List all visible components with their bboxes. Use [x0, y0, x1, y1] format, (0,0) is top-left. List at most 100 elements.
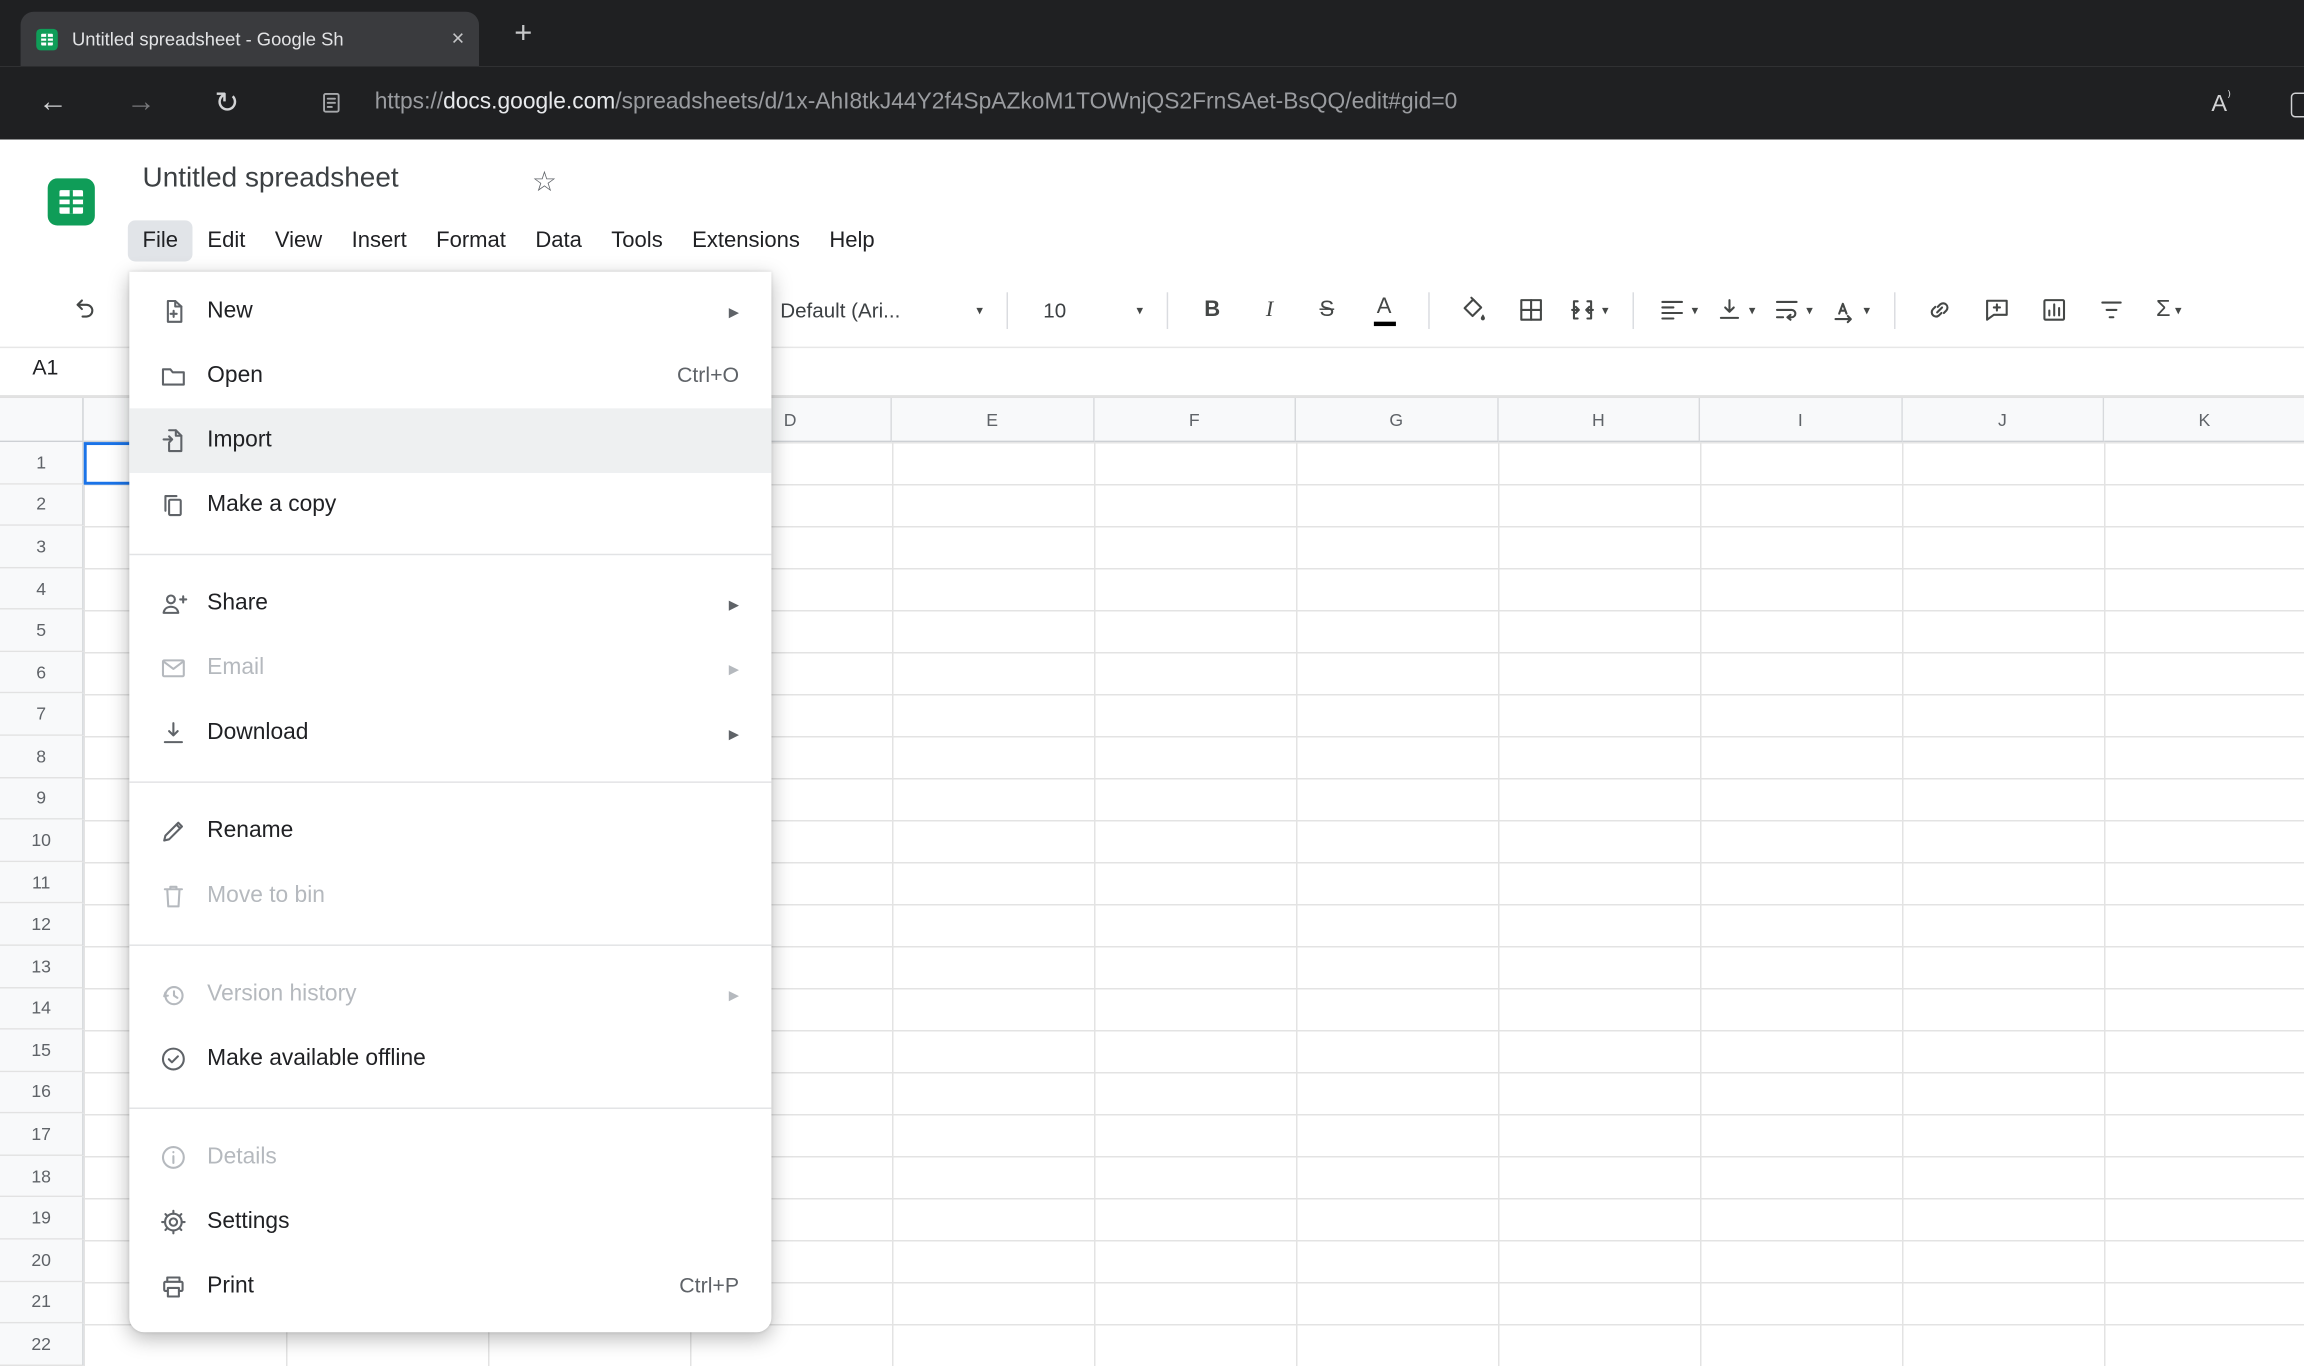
tab-close-icon[interactable]: × — [451, 26, 464, 51]
insert-comment-button[interactable] — [1976, 283, 2017, 336]
functions-button[interactable]: Σ ▾ — [2148, 283, 2189, 336]
file-menu-item-download[interactable]: Download ▸ — [129, 701, 771, 766]
chevron-down-icon: ▾ — [1691, 301, 1699, 317]
row-header-16[interactable]: 16 — [0, 1071, 84, 1114]
text-color-button[interactable]: A — [1364, 283, 1405, 336]
file-menu-item-new[interactable]: New ▸ — [129, 279, 771, 344]
row-header-4[interactable]: 4 — [0, 568, 84, 611]
insert-chart-button[interactable] — [2034, 283, 2075, 336]
toolbar-divider — [1894, 291, 1896, 329]
file-menu-item-rename[interactable]: Rename — [129, 799, 771, 864]
horizontal-align-button[interactable]: ▾ — [1657, 283, 1698, 336]
row-header-10[interactable]: 10 — [0, 819, 84, 862]
vertical-align-button[interactable]: ▾ — [1715, 283, 1756, 336]
pencil-icon — [159, 817, 188, 846]
menu-extensions[interactable]: Extensions — [677, 220, 814, 261]
font-family-select[interactable]: Default (Ari... ▾ — [780, 298, 983, 322]
column-header-K[interactable]: K — [2104, 398, 2304, 443]
row-header-12[interactable]: 12 — [0, 903, 84, 946]
file-menu-item-email: Email ▸ — [129, 636, 771, 701]
row-header-18[interactable]: 18 — [0, 1155, 84, 1198]
create-filter-button[interactable] — [2091, 283, 2132, 336]
insert-comment-icon — [1982, 295, 2011, 324]
file-menu-item-move-to-bin: Move to bin — [129, 864, 771, 929]
row-header-9[interactable]: 9 — [0, 777, 84, 820]
menu-file[interactable]: File — [127, 220, 193, 262]
file-menu-item-print[interactable]: Print Ctrl+P — [129, 1254, 771, 1319]
row-header-19[interactable]: 19 — [0, 1197, 84, 1240]
text-wrap-icon — [1772, 295, 1801, 324]
text-rotation-icon — [1830, 295, 1859, 324]
file-menu-item-settings[interactable]: Settings — [129, 1190, 771, 1255]
row-header-22[interactable]: 22 — [0, 1323, 84, 1366]
toolbar-divider — [1632, 291, 1634, 329]
insert-link-icon — [1925, 295, 1954, 324]
borders-button[interactable] — [1511, 283, 1552, 336]
address-bar[interactable]: https://docs.google.com/spreadsheets/d/1… — [375, 90, 1458, 116]
sheets-logo-icon[interactable] — [46, 176, 97, 227]
column-header-G[interactable]: G — [1296, 398, 1499, 443]
back-button[interactable]: ← — [38, 86, 67, 120]
toolbar-controls: Default (Ari... ▾ 10 ▾ B I S A ▾ ▾ ▾ ▾ ▾ Σ ▾ — [780, 272, 2189, 348]
forward-button[interactable]: → — [126, 86, 155, 120]
new-tab-button[interactable]: + — [514, 12, 532, 56]
menu-item-label: Email — [207, 655, 265, 681]
menu-insert[interactable]: Insert — [337, 220, 422, 261]
strikethrough-button[interactable]: S — [1306, 283, 1347, 336]
browser-tab[interactable]: Untitled spreadsheet - Google Sh × — [20, 11, 480, 67]
menu-help[interactable]: Help — [815, 220, 890, 261]
person-add-icon — [159, 589, 188, 618]
row-header-2[interactable]: 2 — [0, 484, 84, 527]
font-size-select[interactable]: 10 ▾ — [1032, 298, 1143, 322]
menu-item-label: Version history — [207, 981, 357, 1007]
menu-format[interactable]: Format — [421, 220, 520, 261]
site-info-icon[interactable] — [319, 90, 344, 115]
column-header-F[interactable]: F — [1093, 398, 1297, 443]
column-header-H[interactable]: H — [1498, 398, 1701, 443]
file-menu-item-open[interactable]: Open Ctrl+O — [129, 344, 771, 409]
menu-view[interactable]: View — [260, 220, 337, 261]
menu-edit[interactable]: Edit — [193, 220, 260, 261]
column-header-E[interactable]: E — [891, 398, 1094, 443]
row-header-1[interactable]: 1 — [0, 442, 84, 485]
functions-icon: Σ — [2156, 296, 2171, 322]
select-all-corner[interactable] — [0, 398, 84, 443]
row-header-20[interactable]: 20 — [0, 1239, 84, 1282]
bold-button[interactable]: B — [1192, 283, 1233, 336]
file-menu-item-share[interactable]: Share ▸ — [129, 571, 771, 636]
row-header-3[interactable]: 3 — [0, 526, 84, 569]
reload-button[interactable]: ↻ — [215, 84, 240, 121]
name-box[interactable]: A1 — [32, 357, 58, 381]
file-menu-item-make-a-copy[interactable]: Make a copy — [129, 473, 771, 538]
fill-color-button[interactable] — [1453, 283, 1494, 336]
row-header-14[interactable]: 14 — [0, 987, 84, 1030]
row-header-11[interactable]: 11 — [0, 861, 84, 904]
text-rotation-button[interactable]: ▾ — [1829, 283, 1870, 336]
menu-tools[interactable]: Tools — [597, 220, 678, 261]
row-header-17[interactable]: 17 — [0, 1113, 84, 1156]
row-header-5[interactable]: 5 — [0, 610, 84, 652]
row-header-21[interactable]: 21 — [0, 1281, 84, 1324]
file-menu-item-import[interactable]: Import — [129, 408, 772, 473]
row-header-7[interactable]: 7 — [0, 693, 84, 736]
text-color-icon: A — [1376, 293, 1392, 318]
italic-button[interactable]: I — [1249, 283, 1290, 336]
undo-icon[interactable] — [69, 294, 98, 323]
create-filter-icon — [2097, 295, 2126, 324]
merge-cells-button[interactable]: ▾ — [1568, 283, 1609, 336]
row-header-8[interactable]: 8 — [0, 735, 84, 778]
text-wrap-button[interactable]: ▾ — [1772, 283, 1813, 336]
partial-toolbar-icon[interactable] — [2290, 92, 2304, 118]
insert-link-button[interactable] — [1919, 283, 1960, 336]
row-header-15[interactable]: 15 — [0, 1029, 84, 1072]
document-title[interactable]: Untitled spreadsheet — [143, 163, 399, 195]
row-header-6[interactable]: 6 — [0, 651, 84, 694]
merge-cells-icon — [1568, 295, 1597, 324]
menu-data[interactable]: Data — [521, 220, 597, 261]
star-icon[interactable]: ☆ — [532, 166, 557, 200]
column-header-J[interactable]: J — [1902, 398, 2105, 443]
file-menu-item-make-available-offline[interactable]: Make available offline — [129, 1027, 771, 1092]
column-header-I[interactable]: I — [1700, 398, 1903, 443]
row-header-13[interactable]: 13 — [0, 945, 84, 988]
read-aloud-icon[interactable]: A⁾ — [2211, 87, 2231, 118]
